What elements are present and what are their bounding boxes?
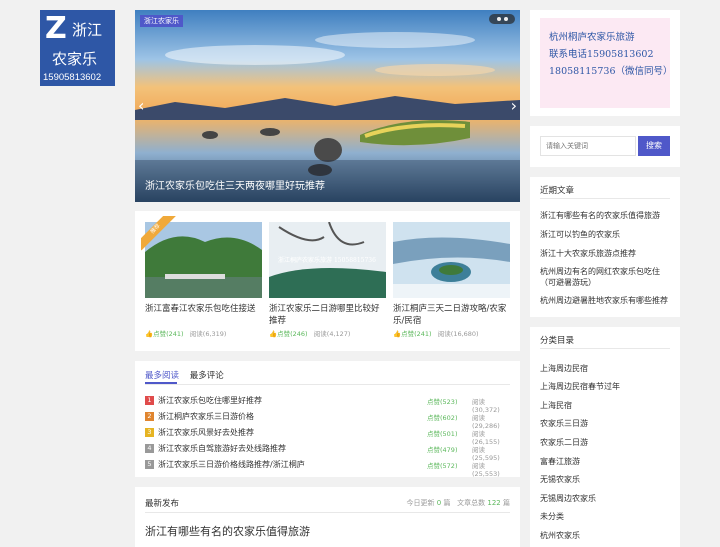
post-title[interactable]: 浙江有哪些有名的农家乐值得旅游 [145,523,310,539]
category-item[interactable]: 富春江旅游 [540,456,675,467]
post-thumbnail[interactable] [393,222,510,298]
list-item[interactable]: 浙江有哪些有名的农家乐值得旅游 [540,210,675,221]
thumb-up-icon[interactable]: 👍 [145,330,153,338]
contact-line2: 联系电话15905813602 [549,49,654,60]
today-unit: 篇 [443,499,451,507]
post-thumbnail[interactable]: 浙江桐庐农家乐旅游 15058815736 [269,222,386,298]
category-item[interactable]: 上海周边民宿 [540,363,675,374]
rank-badge: 3 [145,428,154,437]
search-input[interactable] [540,136,636,156]
contact-line3: 18058115736（微信同号） [549,66,673,77]
site-logo[interactable]: Z 浙江 农家乐 15905813602 [40,10,115,86]
category-item[interactable]: 农家乐二日游 [540,437,675,448]
post-title[interactable]: 浙江农家乐二日游哪里比较好推荐 [269,303,386,327]
like-count[interactable]: 点赞(501) [427,428,457,438]
list-item[interactable]: 2 浙江桐庐农家乐三日游价格 点赞(602) 阅读(29,286) [145,410,510,430]
divider [145,384,510,385]
category-item[interactable]: 杭州农家乐 [540,530,675,541]
like-count[interactable]: 点赞(523) [427,396,457,406]
featured-post[interactable]: 推荐 浙江富春江农家乐包吃住接送 👍点赞(241) 阅读(6,319) [141,216,262,338]
like-count[interactable]: 点赞(572) [427,460,457,470]
like-count[interactable]: 点赞(241) [153,330,183,338]
list-item[interactable]: 4 浙江农家乐自驾旅游好去处线路推荐 点赞(479) 阅读(25,595) [145,442,510,462]
list-item[interactable]: 3 浙江农家乐风景好去处推荐 点赞(501) 阅读(26,155) [145,426,510,446]
post-title[interactable]: 浙江桐庐三天二日游攻略/农家乐/民宿 [393,303,510,327]
list-item[interactable]: 杭州周边有名的网红农家乐包吃住（可避暑游玩） [540,266,675,288]
section-title: 近期文章 [540,186,575,196]
category-item[interactable]: 农家乐三日游 [540,418,675,429]
read-count: 阅读(25,553) [472,462,500,478]
prev-arrow-icon[interactable]: ‹ [138,96,144,115]
read-count: 阅读(6,319) [189,330,227,338]
logo-line2: 农家乐 [52,50,98,68]
today-label: 今日更新 [406,499,435,507]
divider [540,198,670,199]
post-title[interactable]: 浙江富春江农家乐包吃住接送 [145,303,262,327]
featured-posts: 推荐 浙江富春江农家乐包吃住接送 👍点赞(241) 阅读(6,319) 浙江桐庐… [135,211,520,351]
recent-posts: 近期文章 浙江有哪些有名的农家乐值得旅游 浙江可以钓鱼的农家乐 浙江十大农家乐旅… [530,177,680,317]
post-title[interactable]: 浙江农家乐三日游价格线路推荐/浙江桐庐 [158,459,305,470]
logo-phone: 15905813602 [43,72,102,83]
total-unit: 篇 [503,499,510,507]
search-button[interactable]: 搜索 [638,136,670,156]
category-item[interactable]: 上海周边民宿春节过年 [540,381,675,392]
ribbon-label: 推荐 [141,216,177,251]
category-item[interactable]: 未分类 [540,511,675,522]
thumb-up-icon[interactable]: 👍 [269,330,277,338]
popular-posts: 最多阅读 最多评论 1 浙江农家乐包吃住哪里好推荐 点赞(523) 阅读(30,… [135,361,520,478]
like-count[interactable]: 点赞(241) [401,330,431,338]
contact-line1: 杭州桐庐农家乐旅游 [549,32,635,43]
post-title[interactable]: 浙江农家乐包吃住哪里好推荐 [158,395,262,406]
like-count[interactable]: 点赞(479) [427,444,457,454]
hero-image [135,10,520,202]
read-count: 阅读(16,680) [437,330,479,338]
recommend-ribbon: 推荐 [141,216,177,252]
rank-badge: 5 [145,460,154,469]
post-title[interactable]: 浙江农家乐自驾旅游好去处线路推荐 [158,443,286,454]
categories: 分类目录 上海周边民宿 上海周边民宿春节过年 上海民宿 农家乐三日游 农家乐二日… [530,327,680,547]
total-count: 122 [487,499,501,507]
total-label: 文章总数 [457,499,486,507]
divider [540,348,670,349]
featured-post[interactable]: 浙江桐庐三天二日游攻略/农家乐/民宿 👍点赞(241) 阅读(16,680) [393,222,510,338]
category-tag[interactable]: 浙江农家乐 [140,15,183,27]
divider [145,512,510,513]
thumb-up-icon[interactable]: 👍 [393,330,401,338]
like-count[interactable]: 点赞(246) [277,330,307,338]
thumb-overlay-text: 浙江桐庐农家乐旅游 15058815736 [278,256,376,264]
post-title[interactable]: 浙江农家乐风景好去处推荐 [158,427,254,438]
list-item[interactable]: 1 浙江农家乐包吃住哪里好推荐 点赞(523) 阅读(30,372) [145,394,510,414]
list-item[interactable]: 杭州周边避暑胜地农家乐有哪些推荐 [540,295,675,306]
next-arrow-icon[interactable]: › [511,96,517,115]
category-item[interactable]: 无锡周边农家乐 [540,493,675,504]
slider-dots[interactable] [489,14,515,24]
list-item[interactable]: 浙江十大农家乐旅游点推荐 [540,248,675,259]
list-item[interactable]: 浙江可以钓鱼的农家乐 [540,229,675,240]
contact-banner: 杭州桐庐农家乐旅游 联系电话15905813602 18058115736（微信… [530,10,680,116]
latest-posts: 最新发布 今日更新 0 篇 文章总数 122 篇 浙江有哪些有名的农家乐值得旅游 [135,487,520,547]
logo-line1: 浙江 [72,21,103,39]
category-item[interactable]: 无锡农家乐 [540,474,675,485]
tab-most-read[interactable]: 最多阅读 [145,371,179,381]
rank-badge: 4 [145,444,154,453]
section-title: 最新发布 [145,499,180,509]
like-count[interactable]: 点赞(602) [427,412,457,422]
rank-badge: 2 [145,412,154,421]
tab-most-comments[interactable]: 最多评论 [190,371,224,381]
read-count: 阅读(4,127) [313,330,351,338]
slider-caption[interactable]: 浙江农家乐包吃住三天两夜哪里好玩推荐 [145,177,325,192]
section-title: 分类目录 [540,336,575,346]
featured-post[interactable]: 浙江桐庐农家乐旅游 15058815736 浙江农家乐二日游哪里比较好推荐 👍点… [269,222,386,338]
post-stats: 今日更新 0 篇 文章总数 122 篇 [407,498,510,508]
rank-badge: 1 [145,396,154,405]
hero-slider[interactable]: 浙江农家乐 ‹ › 浙江农家乐包吃住三天两夜哪里好玩推荐 [135,10,520,202]
today-count: 0 [436,499,442,507]
logo-letter: Z [45,11,67,46]
category-item[interactable]: 上海民宿 [540,400,675,411]
search-widget: 搜索 [530,126,680,167]
list-item[interactable]: 5 浙江农家乐三日游价格线路推荐/浙江桐庐 点赞(572) 阅读(25,553) [145,458,510,478]
post-title[interactable]: 浙江桐庐农家乐三日游价格 [158,411,254,422]
